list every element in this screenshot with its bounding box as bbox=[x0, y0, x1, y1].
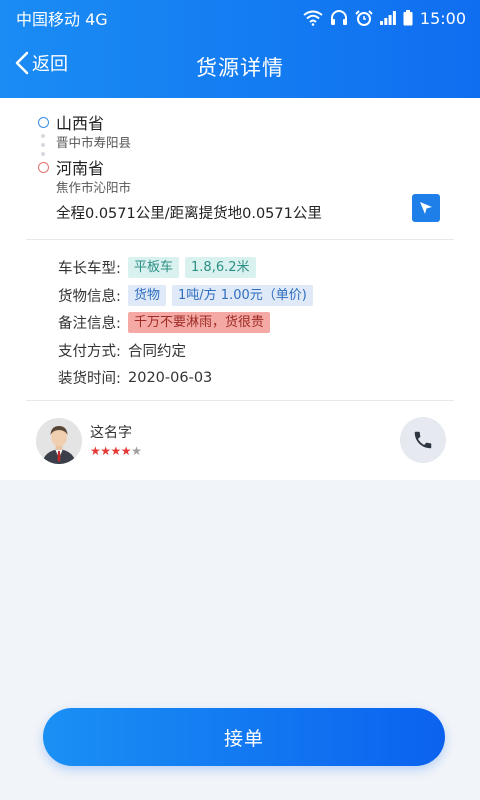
loading-row: 装货时间: 2020-06-03 bbox=[58, 364, 458, 392]
vehicle-type-tag: 平板车 bbox=[128, 257, 180, 279]
star-icon: ★ bbox=[90, 444, 101, 458]
remark-row: 备注信息: 千万不要淋雨，货很贵 bbox=[58, 309, 458, 337]
star-icon: ★ bbox=[110, 444, 122, 458]
wifi-icon bbox=[303, 10, 323, 26]
clock: 15:00 bbox=[419, 8, 466, 28]
page-title: 货源详情 bbox=[196, 56, 284, 80]
battery-icon bbox=[403, 10, 413, 26]
divider bbox=[26, 239, 454, 240]
vehicle-label: 车长车型: bbox=[58, 261, 121, 278]
headphone-icon bbox=[330, 10, 347, 25]
distance-text: 全程0.0571公里/距离提货地0.0571公里 bbox=[56, 206, 322, 222]
cargo-detail-card: 山西省 晋中市寿阳县 河南省 焦作市沁阳市 全程0.0571公里/距离提货地0.… bbox=[0, 98, 480, 480]
star-icon: ★ bbox=[120, 444, 132, 458]
payment-label: 支付方式: bbox=[58, 343, 121, 360]
vehicle-length-tag: 1.8,6.2米 bbox=[185, 257, 256, 279]
cargo-label: 货物信息: bbox=[58, 288, 121, 305]
start-point-icon bbox=[38, 117, 49, 128]
end-province: 河南省 bbox=[56, 159, 105, 178]
status-bar: 中国移动 4G 15:00 bbox=[0, 0, 480, 36]
info-section: 车长车型: 平板车 1.8,6.2米 货物信息: 货物 1吨/方 1.00元（单… bbox=[58, 254, 458, 392]
navigate-button[interactable] bbox=[412, 194, 440, 222]
accept-order-button[interactable]: 接单 bbox=[43, 708, 445, 766]
cargo-row: 货物信息: 货物 1吨/方 1.00元（单价) bbox=[58, 282, 458, 310]
payment-row: 支付方式: 合同约定 bbox=[58, 337, 458, 365]
remark-tag: 千万不要淋雨，货很贵 bbox=[128, 312, 271, 334]
carrier-label: 中国移动 4G bbox=[16, 10, 108, 29]
status-icons: 15:00 bbox=[303, 9, 466, 28]
signal-icon bbox=[379, 11, 396, 25]
header: 中国移动 4G 15:00 返回 货源详情 bbox=[0, 0, 480, 98]
route-dash-icon bbox=[41, 152, 45, 156]
star-icon: ★ bbox=[131, 444, 142, 458]
payment-value: 合同约定 bbox=[128, 343, 186, 360]
loading-date: 2020-06-03 bbox=[128, 369, 213, 386]
owner-section: 这名字 ★★★★★ bbox=[36, 416, 446, 466]
cargo-name-tag: 货物 bbox=[128, 284, 167, 306]
route-dash-icon bbox=[41, 143, 45, 147]
avatar bbox=[36, 418, 82, 464]
chevron-left-icon bbox=[15, 51, 29, 75]
rating-stars: ★★★★★ bbox=[90, 444, 142, 458]
loading-label: 装货时间: bbox=[58, 371, 121, 388]
star-icon: ★ bbox=[100, 444, 111, 458]
owner-name: 这名字 bbox=[90, 425, 132, 441]
back-button[interactable]: 返回 bbox=[14, 50, 68, 76]
end-point-icon bbox=[38, 162, 49, 173]
route-section: 山西省 晋中市寿阳县 河南省 焦作市沁阳市 全程0.0571公里/距离提货地0.… bbox=[36, 110, 446, 240]
phone-icon bbox=[414, 431, 432, 449]
alarm-icon bbox=[355, 10, 373, 26]
start-province: 山西省 bbox=[56, 114, 105, 133]
navigation-arrow-icon bbox=[420, 202, 432, 214]
start-city: 晋中市寿阳县 bbox=[56, 135, 132, 150]
vehicle-row: 车长车型: 平板车 1.8,6.2米 bbox=[58, 254, 458, 282]
route-dash-icon bbox=[41, 134, 45, 138]
back-label: 返回 bbox=[32, 54, 68, 75]
remark-label: 备注信息: bbox=[58, 316, 121, 333]
nav-bar: 返回 货源详情 bbox=[0, 36, 480, 98]
cargo-price-tag: 1吨/方 1.00元（单价) bbox=[172, 284, 313, 306]
user-avatar-icon bbox=[36, 418, 82, 464]
divider bbox=[26, 400, 454, 401]
call-button[interactable] bbox=[400, 417, 446, 463]
end-city: 焦作市沁阳市 bbox=[56, 180, 132, 195]
